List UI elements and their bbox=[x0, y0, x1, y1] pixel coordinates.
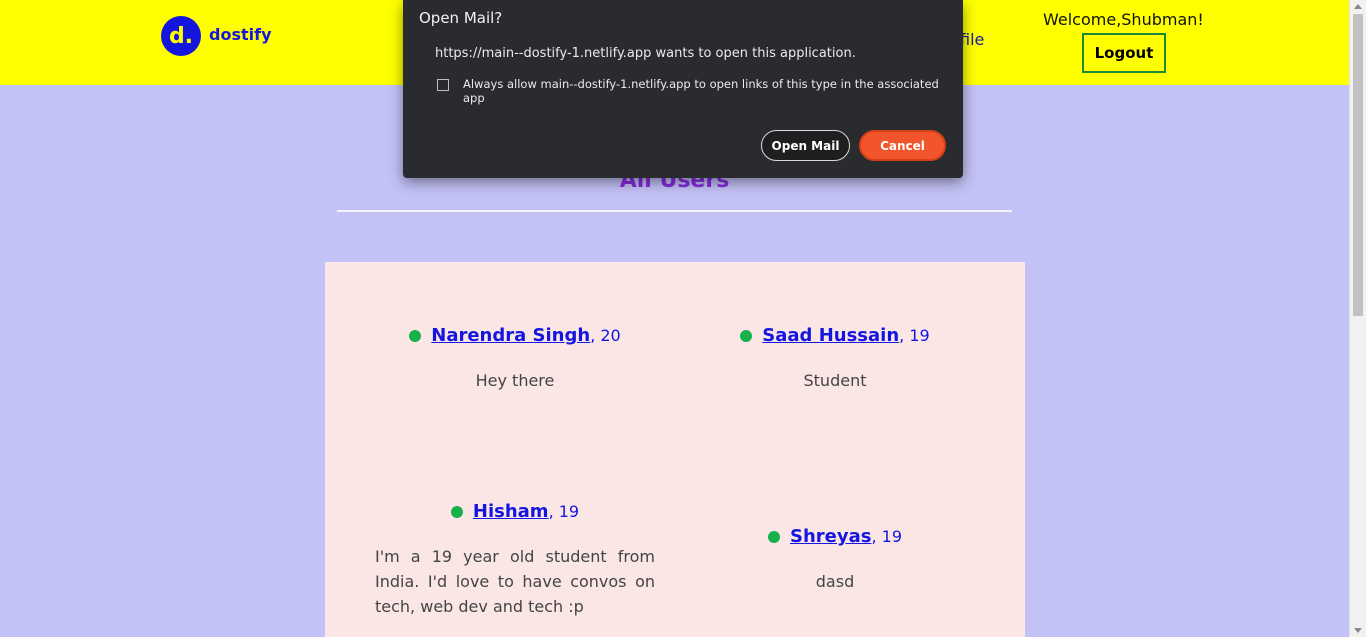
user-name-link[interactable]: Narendra Singh bbox=[431, 325, 590, 346]
online-status-icon bbox=[740, 329, 753, 342]
scrollbar-thumb[interactable] bbox=[1353, 14, 1363, 316]
cancel-button[interactable]: Cancel bbox=[859, 130, 946, 161]
open-mail-button[interactable]: Open Mail bbox=[761, 130, 850, 161]
user-card-header: Shreyas , 19 bbox=[695, 526, 975, 547]
always-allow-label[interactable]: Always allow main--dostify-1.netlify.app… bbox=[463, 77, 963, 105]
user-age: , 20 bbox=[590, 326, 621, 345]
user-bio: dasd bbox=[815, 572, 855, 591]
user-card: Saad Hussain , 19 Student bbox=[695, 325, 975, 393]
user-card-header: Saad Hussain , 19 bbox=[695, 325, 975, 346]
user-age: , 19 bbox=[899, 326, 930, 345]
users-panel: Narendra Singh , 20 Hey there Saad Hussa… bbox=[325, 262, 1025, 637]
online-status-icon bbox=[409, 329, 422, 342]
always-allow-checkbox[interactable] bbox=[437, 79, 449, 91]
user-card: Shreyas , 19 dasd bbox=[695, 526, 975, 594]
logo-icon[interactable]: d. bbox=[161, 16, 201, 56]
user-bio: Hey there bbox=[475, 371, 555, 390]
user-age: , 19 bbox=[871, 527, 902, 546]
user-card: Narendra Singh , 20 Hey there bbox=[375, 325, 655, 393]
welcome-message: Welcome,Shubman! bbox=[1043, 10, 1204, 29]
user-bio: I'm a 19 year old student from India. I'… bbox=[375, 547, 655, 616]
user-name-link[interactable]: Shreyas bbox=[790, 526, 871, 547]
page: d. dostify file Welcome,Shubman! Logout … bbox=[0, 0, 1366, 637]
page-scrollbar[interactable] bbox=[1349, 0, 1366, 637]
user-card: Hisham , 19 I'm a 19 year old student fr… bbox=[375, 501, 655, 619]
scroll-down-icon[interactable] bbox=[1354, 628, 1362, 633]
user-name-link[interactable]: Saad Hussain bbox=[762, 325, 899, 346]
logo-text[interactable]: dostify bbox=[209, 25, 272, 44]
user-card-header: Hisham , 19 bbox=[375, 501, 655, 522]
online-status-icon bbox=[450, 505, 463, 518]
dialog-message: https://main--dostify-1.netlify.app want… bbox=[435, 46, 856, 61]
title-divider bbox=[337, 210, 1012, 212]
nav-link-profile[interactable]: file bbox=[960, 30, 984, 49]
user-card-header: Narendra Singh , 20 bbox=[375, 325, 655, 346]
user-name-link[interactable]: Hisham bbox=[473, 501, 549, 522]
open-app-dialog: Open Mail? https://main--dostify-1.netli… bbox=[403, 0, 963, 178]
scroll-up-icon[interactable] bbox=[1354, 4, 1362, 9]
user-bio: Student bbox=[803, 371, 867, 390]
online-status-icon bbox=[768, 530, 780, 543]
user-age: , 19 bbox=[548, 502, 580, 521]
dialog-title: Open Mail? bbox=[419, 9, 503, 27]
logout-button[interactable]: Logout bbox=[1082, 33, 1166, 73]
